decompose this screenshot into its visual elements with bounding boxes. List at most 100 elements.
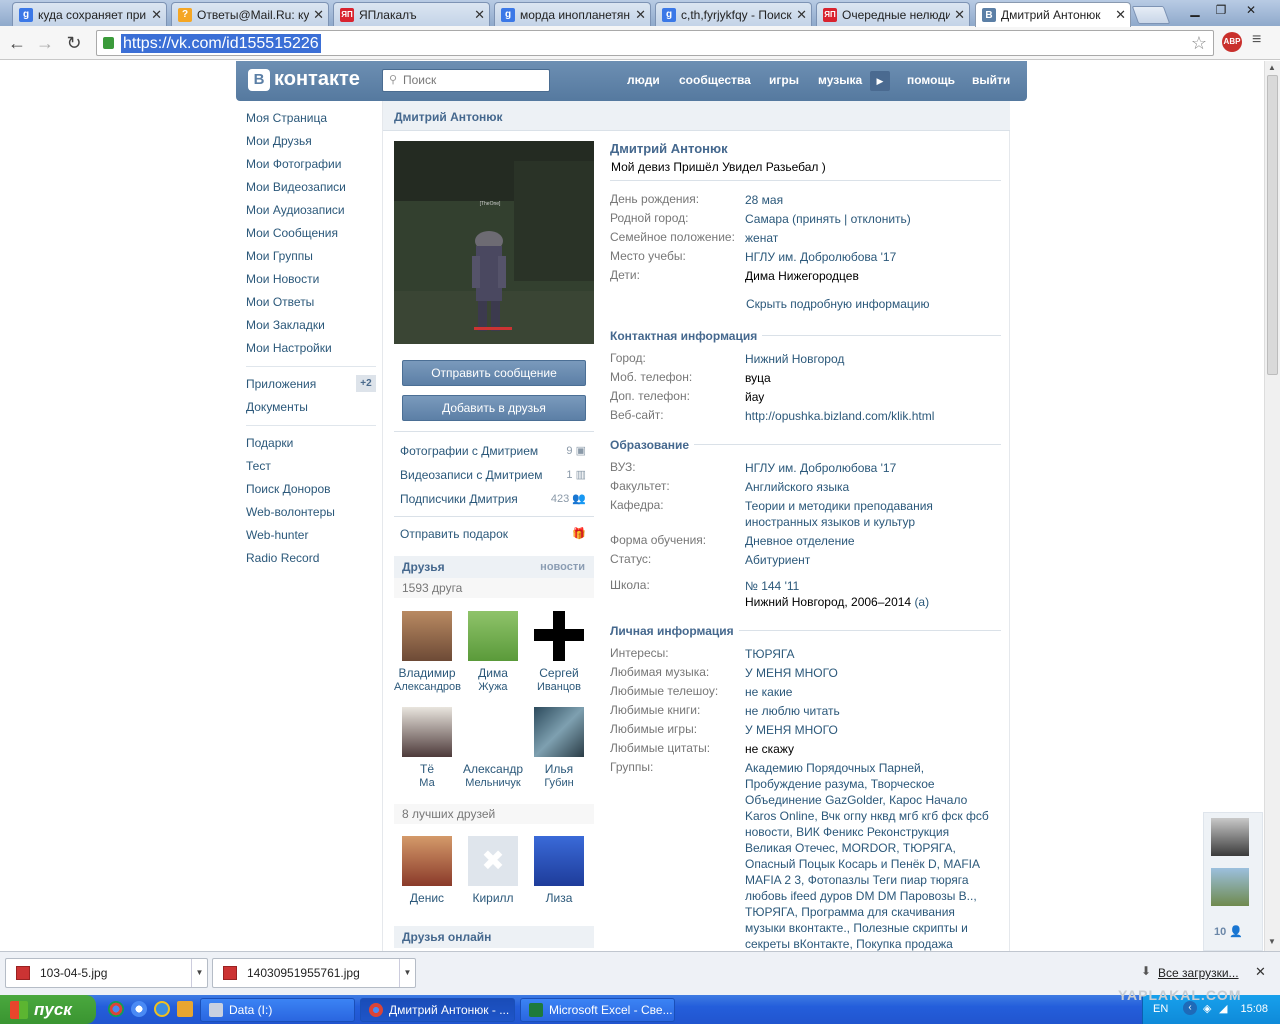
games-value[interactable]: У МЕНЯ МНОГО — [745, 722, 995, 738]
videos-with-link[interactable]: Видеозаписи с Дмитрием 1 ▥ — [400, 468, 586, 482]
menu-my-friends[interactable]: Мои Друзья — [246, 132, 376, 155]
menu-my-page[interactable]: Моя Страница — [246, 109, 376, 132]
menu-donor-search[interactable]: Поиск Доноров — [246, 480, 376, 503]
close-tab-icon[interactable]: ✕ — [313, 7, 324, 23]
tv-value[interactable]: не какие — [745, 684, 995, 700]
adblock-icon[interactable]: ABP — [1222, 32, 1242, 52]
menu-my-photos[interactable]: Мои Фотографии — [246, 155, 376, 178]
side-avatar[interactable] — [1211, 818, 1249, 856]
restore-icon[interactable]: ❐ — [1210, 2, 1232, 18]
close-tab-icon[interactable]: ✕ — [954, 7, 965, 23]
ie-icon[interactable] — [154, 1001, 170, 1017]
friend-card[interactable]: Дима Жужа — [460, 611, 526, 694]
friend-card[interactable]: Владимир Александров — [394, 611, 461, 694]
nav-people[interactable]: люди — [627, 73, 660, 87]
music-value[interactable]: У МЕНЯ МНОГО — [745, 665, 995, 681]
dropdown-arrow-icon[interactable]: ▼ — [191, 959, 207, 987]
friend-card[interactable]: Денис — [394, 836, 460, 905]
menu-web-volunteers[interactable]: Web-волонтеры — [246, 503, 376, 526]
friends-header[interactable]: Друзья новости — [394, 556, 594, 578]
clock[interactable]: 15:08 — [1240, 1003, 1268, 1015]
wrench-icon[interactable]: ≡ — [1252, 31, 1261, 49]
browser-tab[interactable]: g куда сохраняет при ✕ — [12, 2, 167, 26]
network-icon[interactable]: ◈ — [1203, 1002, 1211, 1015]
menu-radio-record[interactable]: Radio Record — [246, 549, 376, 572]
relationship-value[interactable]: женат — [745, 230, 995, 246]
groups-value[interactable]: Академию Порядочных Парней, Пробуждение … — [745, 760, 995, 951]
scroll-down-icon[interactable]: ▼ — [1268, 937, 1276, 946]
menu-my-messages[interactable]: Мои Сообщения — [246, 224, 376, 247]
page-scrollbar[interactable]: ▲ ▼ — [1264, 61, 1280, 951]
browser-tab-active[interactable]: B Дмитрий Антонюк ✕ — [975, 2, 1131, 27]
friend-card[interactable]: Александр Мельничук — [460, 707, 526, 790]
menu-my-settings[interactable]: Мои Настройки — [246, 339, 376, 362]
side-avatar[interactable] — [1211, 868, 1249, 906]
nav-communities[interactable]: сообщества — [679, 73, 751, 87]
menu-my-audio[interactable]: Мои Аудиозаписи — [246, 201, 376, 224]
all-downloads-link[interactable]: Все загрузки... — [1158, 966, 1239, 980]
menu-my-news[interactable]: Мои Новости — [246, 270, 376, 293]
bookmark-star-icon[interactable]: ☆ — [1191, 33, 1207, 54]
scroll-thumb[interactable] — [1267, 75, 1278, 375]
menu-my-videos[interactable]: Мои Видеозаписи — [246, 178, 376, 201]
forward-icon[interactable]: → — [34, 32, 56, 54]
chrome-icon[interactable] — [108, 1001, 124, 1017]
study-form-value[interactable]: Дневное отделение — [745, 533, 995, 549]
play-icon[interactable]: ▶ — [870, 71, 890, 91]
online-friends-header[interactable]: Друзья онлайн — [394, 926, 594, 948]
close-tab-icon[interactable]: ✕ — [151, 7, 162, 23]
taskbar-item-explorer[interactable]: Data (I:) — [200, 998, 355, 1022]
hide-details-link[interactable]: Скрыть подробную информацию — [746, 296, 996, 312]
address-bar[interactable]: https://vk.com/id155515226 ☆ — [96, 30, 1214, 56]
scroll-up-icon[interactable]: ▲ — [1268, 63, 1276, 72]
menu-my-answers[interactable]: Мои Ответы — [246, 293, 376, 316]
browser-tab[interactable]: ЯП ЯПлакалъ ✕ — [333, 2, 490, 26]
website-value[interactable]: http://opushka.bizland.com/klik.html — [745, 408, 995, 424]
download-item[interactable]: 103-04-5.jpg ▼ — [5, 958, 208, 988]
language-indicator[interactable]: EN — [1153, 1003, 1168, 1015]
browser-tab[interactable]: g c,th,fyrjykfqy - Поиск ✕ — [655, 2, 812, 26]
photos-with-link[interactable]: Фотографии с Дмитрием 9 ▣ — [400, 444, 586, 458]
send-gift-link[interactable]: Отправить подарок 🎁 — [400, 527, 586, 541]
faculty-value[interactable]: Английского языка — [745, 479, 995, 495]
tray-arrow-icon[interactable]: ‹ — [1183, 1001, 1197, 1015]
apps-badge[interactable]: +2 — [356, 375, 376, 392]
browser-tab[interactable]: ЯП Очередные нелюди ✕ — [816, 2, 970, 26]
nav-help[interactable]: помощь — [907, 73, 955, 87]
send-message-button[interactable]: Отправить сообщение — [402, 360, 586, 386]
vk-logo[interactable]: Bконтакте — [248, 68, 360, 91]
close-tab-icon[interactable]: ✕ — [635, 7, 646, 23]
menu-my-groups[interactable]: Мои Группы — [246, 247, 376, 270]
interests-value[interactable]: ТЮРЯГА — [745, 646, 995, 662]
department-value[interactable]: Теории и методики преподавания иностранн… — [745, 498, 955, 530]
study-place-value[interactable]: НГЛУ им. Добролюбова '17 — [745, 249, 995, 265]
menu-documents[interactable]: Документы — [246, 398, 376, 421]
school-class-link[interactable]: (а) — [914, 595, 929, 609]
books-value[interactable]: не люблю читать — [745, 703, 995, 719]
search-input[interactable]: ⚲ Поиск — [382, 69, 550, 92]
browser-tab[interactable]: g морда инопланетян ✕ — [494, 2, 651, 26]
side-count[interactable]: 10 👤 — [1214, 925, 1243, 938]
university-value[interactable]: НГЛУ им. Добролюбова '17 — [745, 460, 995, 476]
friend-card[interactable]: Тё Ма — [394, 707, 460, 790]
school-value[interactable]: № 144 '11 — [745, 578, 995, 594]
friend-card[interactable]: Илья Губин — [526, 707, 592, 790]
birthday-value[interactable]: 28 мая — [745, 192, 995, 208]
quicklaunch-icon[interactable] — [177, 1001, 193, 1017]
close-downloads-icon[interactable]: ✕ — [1255, 964, 1266, 980]
close-tab-icon[interactable]: ✕ — [796, 7, 807, 23]
friends-news-link[interactable]: новости — [540, 561, 585, 573]
download-item[interactable]: 14030951955761.jpg ▼ — [212, 958, 416, 988]
browser-tab[interactable]: ? Ответы@Mail.Ru: ку ✕ — [171, 2, 329, 26]
menu-my-bookmarks[interactable]: Мои Закладки — [246, 316, 376, 339]
browser-icon[interactable] — [131, 1001, 147, 1017]
reload-icon[interactable]: ↻ — [63, 32, 85, 54]
friend-card[interactable]: ✖ Кирилл — [460, 836, 526, 905]
taskbar-item-chrome[interactable]: Дмитрий Антонюк - ... — [360, 998, 515, 1022]
close-window-icon[interactable]: ✕ — [1240, 2, 1262, 18]
nav-music[interactable]: музыка — [818, 73, 862, 87]
menu-test[interactable]: Тест — [246, 457, 376, 480]
hometown-value[interactable]: Самара (принять | отклонить) — [745, 211, 995, 227]
friend-card[interactable]: Сергей Иванцов — [526, 611, 592, 694]
city-value[interactable]: Нижний Новгород — [745, 351, 995, 367]
